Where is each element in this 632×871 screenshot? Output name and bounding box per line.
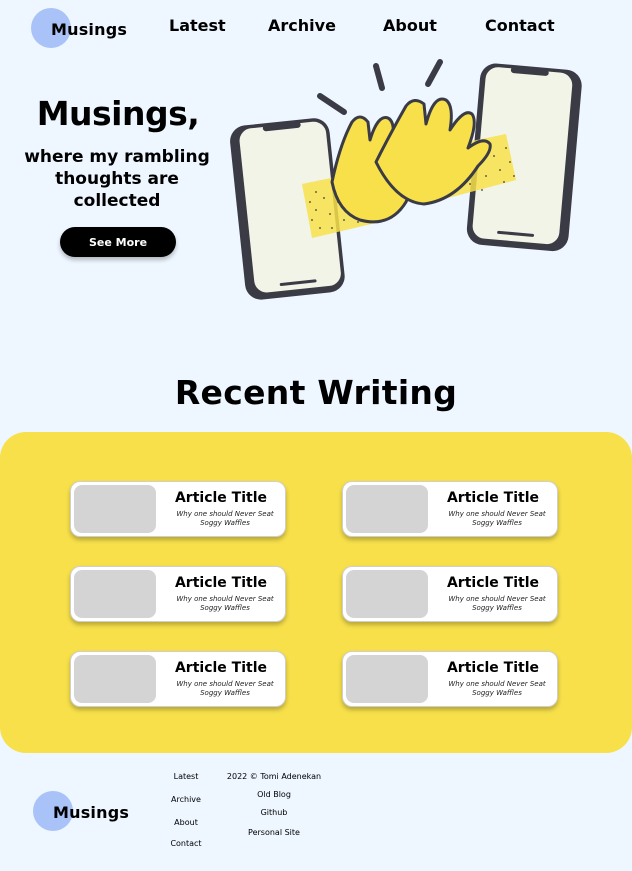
article-subtitle: Why one should Never Seat Soggy Waffles <box>176 680 274 697</box>
article-card[interactable]: Article Title Why one should Never Seat … <box>70 651 286 707</box>
see-more-button[interactable]: See More <box>60 227 176 257</box>
article-thumbnail <box>346 655 428 703</box>
footer-nav-archive[interactable]: Archive <box>166 795 206 804</box>
article-subtitle: Why one should Never Seat Soggy Waffles <box>448 680 546 697</box>
nav-latest[interactable]: Latest <box>169 16 226 35</box>
footer-link-github[interactable]: Github <box>214 808 334 817</box>
footer-copyright: 2022 © Tomi Adenekan <box>226 772 322 781</box>
footer-link-personal-site[interactable]: Personal Site <box>214 828 334 837</box>
footer-link-old-blog[interactable]: Old Blog <box>214 790 334 799</box>
article-title: Article Title <box>174 660 268 676</box>
article-subtitle: Why one should Never Seat Soggy Waffles <box>448 510 546 527</box>
article-card[interactable]: Article Title Why one should Never Seat … <box>70 566 286 622</box>
article-title: Article Title <box>446 490 540 506</box>
article-subtitle: Why one should Never Seat Soggy Waffles <box>448 595 546 612</box>
article-thumbnail <box>74 485 156 533</box>
article-title: Article Title <box>174 575 268 591</box>
article-subtitle: Why one should Never Seat Soggy Waffles <box>176 595 274 612</box>
header-logo[interactable]: Musings <box>31 8 127 48</box>
footer-nav-latest[interactable]: Latest <box>166 772 206 781</box>
article-subtitle: Why one should Never Seat Soggy Waffles <box>176 510 274 527</box>
footer-nav-contact[interactable]: Contact <box>166 839 206 848</box>
section-title: Recent Writing <box>174 373 458 412</box>
article-card[interactable]: Article Title Why one should Never Seat … <box>342 481 558 537</box>
article-card[interactable]: Article Title Why one should Never Seat … <box>342 651 558 707</box>
article-thumbnail <box>346 570 428 618</box>
logo-text: Musings <box>53 802 130 822</box>
logo-text: Musings <box>51 19 128 39</box>
footer-logo[interactable]: Musings <box>33 791 129 831</box>
nav-archive[interactable]: Archive <box>268 16 336 35</box>
nav-contact[interactable]: Contact <box>485 16 555 35</box>
article-title: Article Title <box>174 490 268 506</box>
hero-subtitle: where my rambling thoughts are collected <box>24 147 210 211</box>
article-title: Article Title <box>446 660 540 676</box>
article-thumbnail <box>346 485 428 533</box>
nav-about[interactable]: About <box>383 16 437 35</box>
hero-title: Musings, <box>36 94 200 133</box>
article-card[interactable]: Article Title Why one should Never Seat … <box>70 481 286 537</box>
article-card[interactable]: Article Title Why one should Never Seat … <box>342 566 558 622</box>
article-thumbnail <box>74 570 156 618</box>
article-title: Article Title <box>446 575 540 591</box>
article-thumbnail <box>74 655 156 703</box>
footer-nav-about[interactable]: About <box>166 818 206 827</box>
high-five-phones-illustration <box>230 59 582 300</box>
